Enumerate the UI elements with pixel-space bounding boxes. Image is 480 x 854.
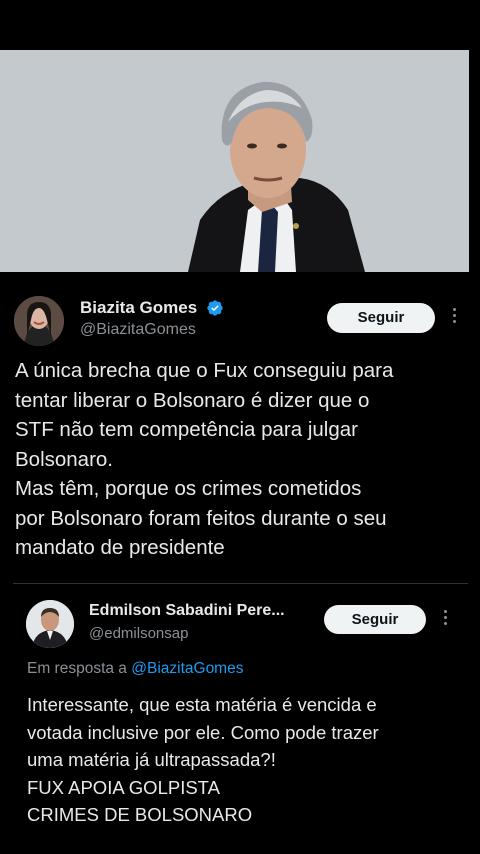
reply-text-line: uma matéria já ultrapassada?!: [27, 749, 276, 770]
reply-avatar[interactable]: [26, 600, 74, 648]
reply-author-display-name[interactable]: Edmilson Sabadini Pere...: [89, 602, 285, 620]
post-text: A única brecha que o Fux conseguiu para …: [15, 356, 465, 563]
reply-author-info[interactable]: Edmilson Sabadini Pere... @edmilsonsap: [89, 602, 285, 642]
post-image[interactable]: [0, 50, 469, 272]
post-text-line: A única brecha que o Fux conseguiu para: [15, 359, 394, 382]
post-text-line: tentar liberar o Bolsonaro é dizer que o: [15, 388, 370, 412]
reply-author-avatar-icon: [26, 600, 74, 648]
author-avatar-icon: [14, 296, 64, 346]
follow-button[interactable]: Seguir: [327, 303, 435, 333]
reply-text: Interessante, que esta matéria é vencida…: [27, 691, 467, 829]
post-text-line: por Bolsonaro foram feitos durante o seu: [15, 506, 387, 530]
post-text-line: STF não tem competência para julgar: [15, 418, 358, 441]
post-text-line: Bolsonaro.: [15, 447, 114, 471]
author-display-name[interactable]: Biazita Gomes: [80, 298, 197, 318]
photo-of-man-in-judicial-robe: [0, 50, 469, 272]
post-text-line: Mas têm, porque os crimes cometidos: [15, 477, 362, 500]
reply-author-handle[interactable]: @edmilsonsap: [89, 625, 285, 642]
reply-follow-button[interactable]: Seguir: [324, 605, 426, 634]
more-vertical-icon[interactable]: [442, 610, 448, 630]
reply-text-line: CRIMES DE BOLSONARO: [27, 804, 253, 825]
avatar[interactable]: [14, 296, 64, 346]
reply-header: Edmilson Sabadini Pere... @edmilsonsap S…: [26, 598, 466, 648]
reply-text-line: FUX APOIA GOLPISTA: [27, 776, 220, 798]
reply-text-line: Interessante, que esta matéria é vencida…: [27, 694, 377, 715]
verified-badge-icon: [206, 300, 223, 316]
divider: [13, 583, 468, 584]
author-handle[interactable]: @BiazitaGomes: [80, 321, 224, 339]
reply-text-line: votada inclusive por ele. Como pode traz…: [27, 721, 379, 743]
reply-to-line: Em resposta a @BiazitaGomes: [27, 660, 243, 678]
reply-to-prefix: Em resposta a: [27, 660, 132, 677]
reply-to-mention-link[interactable]: @BiazitaGomes: [131, 660, 243, 677]
more-vertical-icon[interactable]: [451, 308, 457, 328]
author-info[interactable]: Biazita Gomes @BiazitaGomes: [80, 298, 224, 339]
post-header: Biazita Gomes @BiazitaGomes Seguir: [14, 296, 466, 350]
post-text-line: mandato de presidente: [15, 536, 225, 559]
